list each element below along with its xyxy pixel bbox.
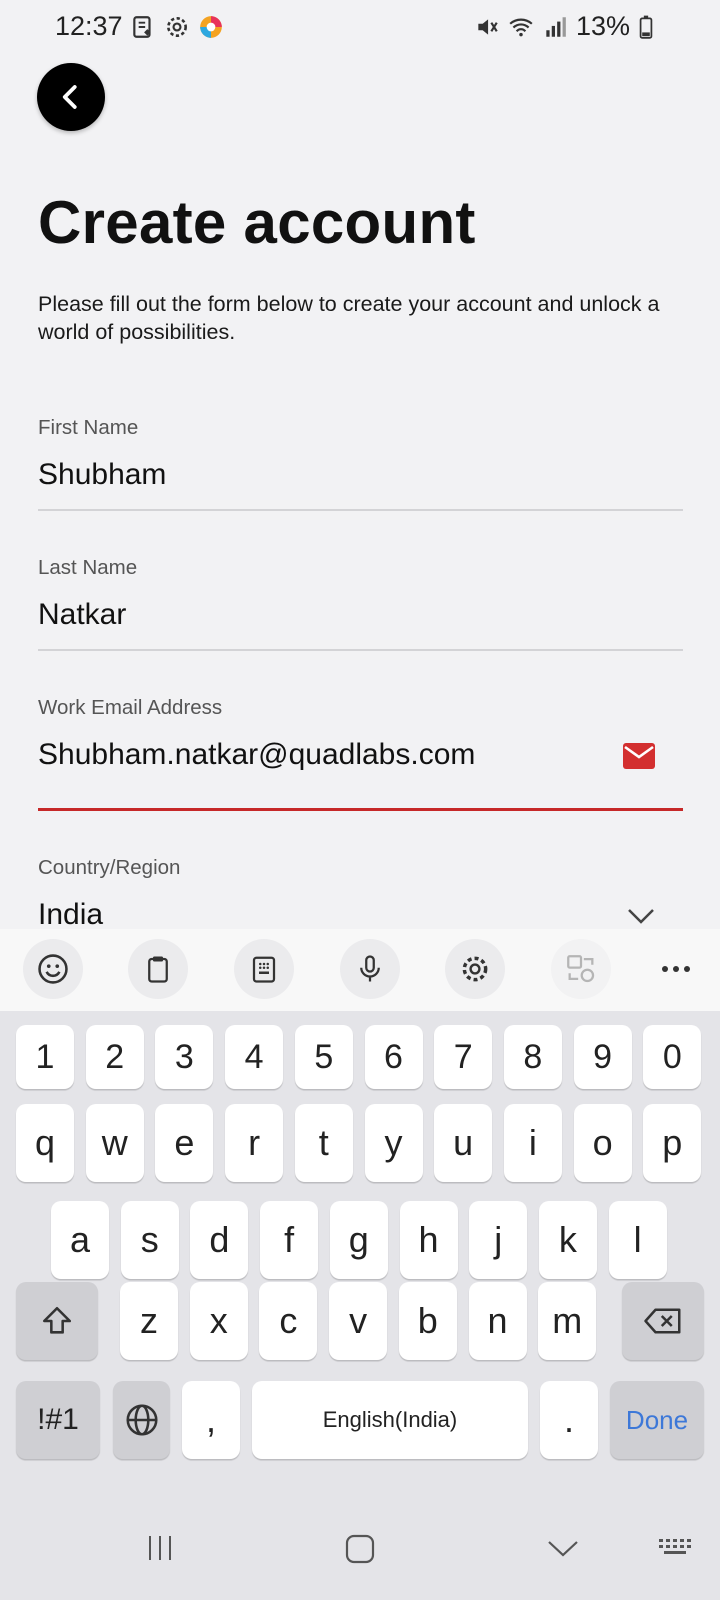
- home-icon[interactable]: [344, 1533, 376, 1565]
- work-email-label: Work Email Address: [38, 696, 223, 719]
- signal-icon: [546, 16, 566, 37]
- translate-icon[interactable]: [551, 939, 611, 999]
- letter-key-w[interactable]: w: [85, 1104, 144, 1182]
- chevron-down-icon[interactable]: [627, 908, 655, 924]
- letter-key-h[interactable]: h: [399, 1201, 458, 1279]
- space-key[interactable]: English(India): [252, 1381, 528, 1459]
- work-email-underline: [38, 808, 683, 811]
- letter-key-b[interactable]: b: [398, 1282, 457, 1360]
- country-region-select[interactable]: India: [38, 898, 683, 932]
- letter-key-k[interactable]: k: [538, 1201, 597, 1279]
- page-description: Please fill out the form below to create…: [38, 292, 660, 344]
- letter-key-n[interactable]: n: [468, 1282, 527, 1360]
- backspace-icon: [644, 1308, 681, 1334]
- letter-key-r[interactable]: r: [225, 1104, 284, 1182]
- settings-icon[interactable]: [445, 939, 505, 999]
- navigation-bar: [0, 1495, 720, 1600]
- letter-key-c[interactable]: c: [259, 1282, 318, 1360]
- letter-key-g[interactable]: g: [329, 1201, 388, 1279]
- country-region-label: Country/Region: [38, 856, 181, 879]
- number-key-4[interactable]: 4: [225, 1025, 284, 1089]
- clipboard-icon[interactable]: [128, 939, 188, 999]
- letter-key-m[interactable]: m: [538, 1282, 597, 1360]
- keyboard-hide-icon[interactable]: [658, 1537, 694, 1557]
- mute-icon: [478, 18, 498, 35]
- number-key-0[interactable]: 0: [643, 1025, 702, 1089]
- letter-key-l[interactable]: l: [608, 1201, 667, 1279]
- keypad-icon[interactable]: [234, 939, 294, 999]
- work-email-field[interactable]: Work Email Address Shubham.natkar@quadla…: [38, 696, 683, 811]
- letter-key-q[interactable]: q: [16, 1104, 74, 1182]
- globe-icon: [125, 1404, 158, 1436]
- more-icon[interactable]: [646, 939, 706, 999]
- microphone-icon[interactable]: [340, 939, 400, 999]
- country-region-field[interactable]: Country/Region India: [38, 856, 683, 936]
- number-key-1[interactable]: 1: [16, 1025, 74, 1089]
- letter-key-a[interactable]: a: [51, 1201, 109, 1279]
- battery-percent: 13%: [575, 11, 630, 41]
- number-key-2[interactable]: 2: [85, 1025, 144, 1089]
- last-name-input[interactable]: Natkar: [38, 598, 683, 632]
- letter-key-f[interactable]: f: [260, 1201, 319, 1279]
- first-name-label: First Name: [38, 416, 139, 439]
- last-name-field[interactable]: Last Name Natkar: [38, 556, 683, 652]
- page-title: Create account: [38, 189, 476, 256]
- wifi-icon: [509, 18, 533, 36]
- back-button[interactable]: [37, 63, 105, 131]
- letter-key-d[interactable]: d: [190, 1201, 249, 1279]
- envelope-icon: [623, 743, 655, 769]
- status-time: 12:37: [55, 11, 123, 41]
- letter-key-p[interactable]: p: [643, 1104, 702, 1182]
- letter-key-j[interactable]: j: [469, 1201, 528, 1279]
- letter-key-o[interactable]: o: [573, 1104, 632, 1182]
- last-name-underline: [38, 649, 683, 651]
- letter-key-i[interactable]: i: [503, 1104, 562, 1182]
- notes-icon: [133, 16, 151, 38]
- backspace-key[interactable]: [622, 1282, 704, 1360]
- chevron-left-icon: [62, 85, 77, 109]
- letter-key-x[interactable]: x: [189, 1282, 248, 1360]
- number-key-8[interactable]: 8: [503, 1025, 562, 1089]
- status-bar: 12:37 13%: [0, 0, 720, 52]
- letter-key-t[interactable]: t: [294, 1104, 353, 1182]
- emoji-icon[interactable]: [23, 939, 83, 999]
- language-key[interactable]: [113, 1381, 170, 1459]
- letter-key-z[interactable]: z: [120, 1282, 178, 1360]
- battery-icon: [639, 15, 653, 39]
- first-name-underline: [38, 509, 683, 511]
- back-icon[interactable]: [546, 1539, 580, 1559]
- work-email-input[interactable]: Shubham.natkar@quadlabs.com: [38, 738, 683, 772]
- number-key-3[interactable]: 3: [155, 1025, 214, 1089]
- first-name-field[interactable]: First Name Shubham: [38, 416, 683, 512]
- letter-key-v[interactable]: v: [329, 1282, 388, 1360]
- last-name-label: Last Name: [38, 556, 138, 579]
- recent-apps-icon[interactable]: [145, 1533, 175, 1563]
- app-icon: [200, 16, 222, 38]
- number-key-6[interactable]: 6: [364, 1025, 423, 1089]
- number-key-5[interactable]: 5: [294, 1025, 353, 1089]
- done-key[interactable]: Done: [610, 1381, 704, 1459]
- letter-key-y[interactable]: y: [364, 1104, 423, 1182]
- settings-gear-icon: [167, 17, 187, 37]
- letter-key-e[interactable]: e: [155, 1104, 214, 1182]
- comma-key[interactable]: ,: [182, 1381, 240, 1459]
- letter-key-s[interactable]: s: [120, 1201, 179, 1279]
- period-key[interactable]: .: [540, 1381, 598, 1459]
- shift-icon: [42, 1306, 72, 1334]
- keyboard-toolbar: [0, 929, 720, 1011]
- symbols-key[interactable]: !#1: [16, 1381, 100, 1459]
- letter-key-u[interactable]: u: [434, 1104, 493, 1182]
- number-key-9[interactable]: 9: [573, 1025, 632, 1089]
- first-name-input[interactable]: Shubham: [38, 458, 683, 492]
- shift-key[interactable]: [16, 1282, 98, 1360]
- number-key-7[interactable]: 7: [434, 1025, 493, 1089]
